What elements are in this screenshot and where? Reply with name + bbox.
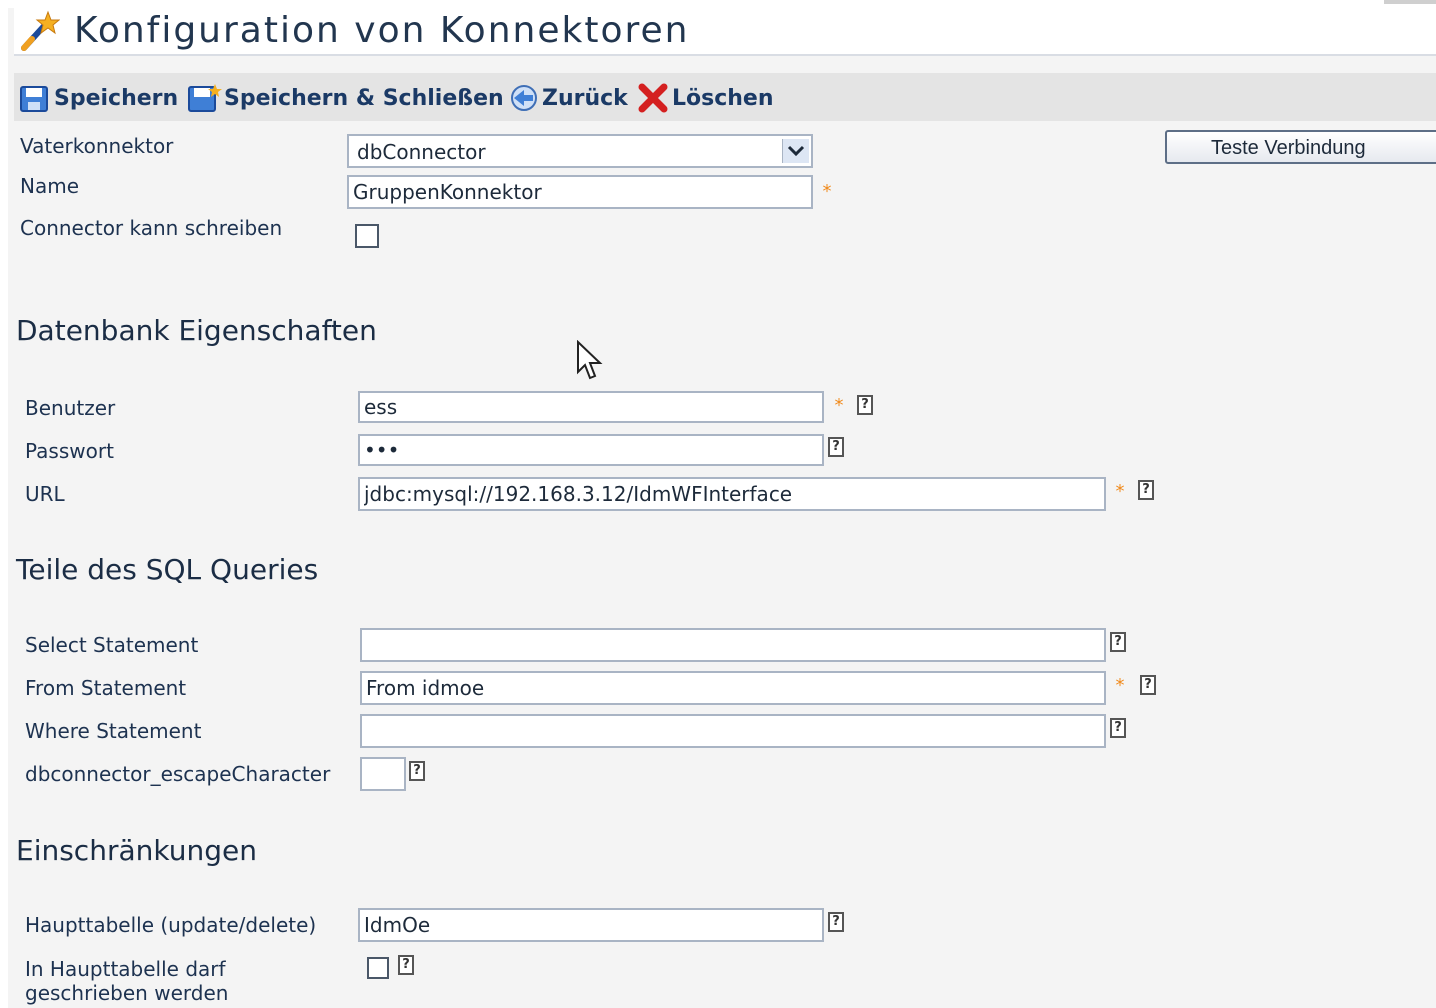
parent-connector-value: dbConnector <box>357 140 486 164</box>
test-connection-button[interactable]: Teste Verbindung <box>1165 130 1436 164</box>
delete-label: Löschen <box>672 85 774 111</box>
can-write-checkbox[interactable] <box>355 224 379 248</box>
delete-x-icon <box>638 83 668 113</box>
chevron-down-icon[interactable] <box>782 139 809 163</box>
required-marker: * <box>834 395 844 416</box>
may-write-checkbox[interactable] <box>367 957 389 979</box>
back-button[interactable]: Zurück <box>508 82 628 114</box>
help-icon[interactable]: ? <box>1140 675 1156 695</box>
user-label: Benutzer <box>25 396 116 420</box>
delete-button[interactable]: Löschen <box>636 82 774 114</box>
save-icon <box>20 86 48 112</box>
from-statement-label: From Statement <box>25 676 187 700</box>
url-label: URL <box>25 482 65 506</box>
help-icon[interactable]: ? <box>398 955 414 975</box>
help-icon[interactable]: ? <box>1110 718 1126 738</box>
page-title: Konfiguration von Konnektoren <box>74 10 690 51</box>
sql-section-heading: Teile des SQL Queries <box>16 553 319 586</box>
window-corner <box>1384 0 1436 4</box>
required-marker: * <box>1115 675 1125 696</box>
url-input[interactable] <box>358 477 1106 511</box>
from-statement-input[interactable] <box>360 671 1106 705</box>
can-write-label: Connector kann schreiben <box>20 216 283 240</box>
mouse-pointer-icon <box>577 340 603 380</box>
restrictions-section-heading: Einschränkungen <box>16 834 257 867</box>
help-icon[interactable]: ? <box>1138 480 1154 500</box>
parent-connector-label: Vaterkonnektor <box>20 134 174 158</box>
back-label: Zurück <box>542 85 628 111</box>
required-marker: * <box>822 181 832 202</box>
magic-wand-icon <box>21 10 60 51</box>
save-close-label: Speichern & Schließen <box>224 85 504 111</box>
select-statement-label: Select Statement <box>25 633 199 657</box>
parent-connector-select[interactable]: dbConnector <box>347 134 813 168</box>
save-close-button[interactable]: Speichern & Schließen <box>186 82 504 114</box>
help-icon[interactable]: ? <box>828 912 844 932</box>
save-button[interactable]: Speichern <box>18 82 178 114</box>
where-statement-label: Where Statement <box>25 719 202 743</box>
where-statement-input[interactable] <box>360 714 1106 748</box>
name-label: Name <box>20 174 80 198</box>
escape-character-label: dbconnector_escapeCharacter <box>25 762 331 786</box>
main-table-input[interactable] <box>358 908 824 942</box>
select-statement-input[interactable] <box>360 628 1106 662</box>
help-icon[interactable]: ? <box>857 395 873 415</box>
help-icon[interactable]: ? <box>828 437 844 457</box>
name-input[interactable] <box>347 175 813 209</box>
save-label: Speichern <box>54 85 179 111</box>
database-section-heading: Datenbank Eigenschaften <box>16 314 377 347</box>
main-table-label: Haupttabelle (update/delete) <box>25 913 317 937</box>
save-close-icon <box>188 84 222 112</box>
may-write-label-line2: geschrieben werden <box>25 981 229 1005</box>
password-input[interactable] <box>358 434 824 466</box>
help-icon[interactable]: ? <box>1110 632 1126 652</box>
may-write-label-line1: In Haupttabelle darf <box>25 957 226 981</box>
required-marker: * <box>1115 481 1125 502</box>
user-input[interactable] <box>358 391 824 423</box>
password-label: Passwort <box>25 439 114 463</box>
escape-character-input[interactable] <box>360 757 406 791</box>
back-arrow-icon <box>511 85 537 111</box>
help-icon[interactable]: ? <box>409 761 425 781</box>
